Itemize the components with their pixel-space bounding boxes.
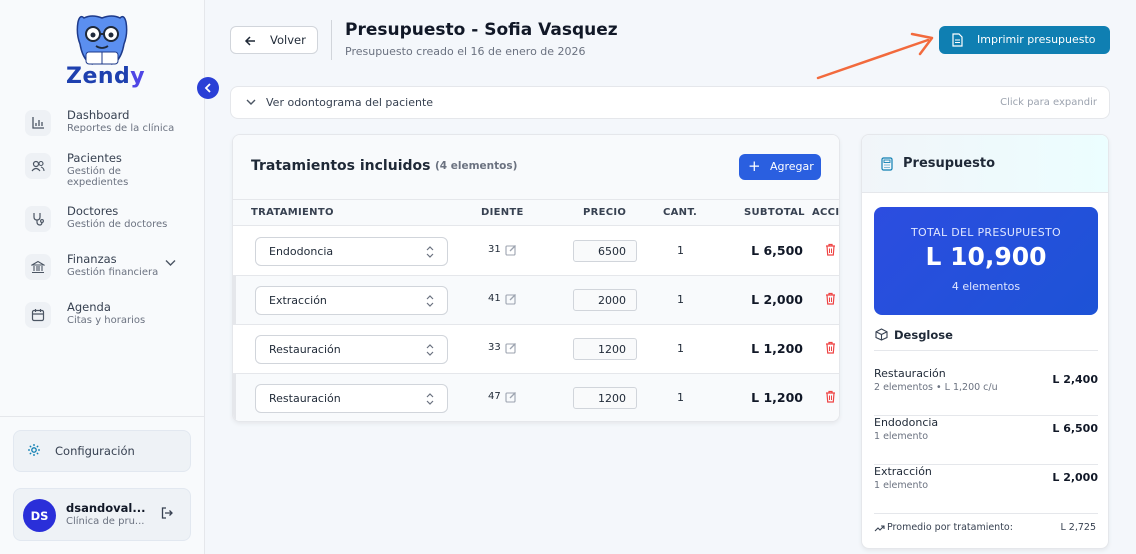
row-subtotal: L 2,000 <box>751 292 803 307</box>
price-input[interactable]: 1200 <box>573 338 637 360</box>
document-icon <box>952 33 963 47</box>
gear-icon <box>28 444 40 456</box>
annotation-arrow-icon <box>816 32 934 80</box>
logout-icon[interactable] <box>160 506 174 520</box>
quantity: 1 <box>677 293 684 306</box>
edit-icon[interactable] <box>505 342 517 354</box>
chevron-updown-icon <box>426 393 434 405</box>
row-subtotal: L 1,200 <box>751 341 803 356</box>
edit-icon[interactable] <box>505 293 517 305</box>
table-row: Restauración 47 1200 1 L 1,200 <box>233 374 839 421</box>
sidebar-item-agenda[interactable]: Agenda Citas y horarios <box>25 300 195 344</box>
price-input[interactable]: 2000 <box>573 289 637 311</box>
list-item: Extracción 1 elemento L 2,000 <box>874 465 1098 491</box>
chevron-down-icon <box>246 99 256 105</box>
page-title: Presupuesto - Sofia Vasquez <box>345 20 618 40</box>
stethoscope-icon <box>25 206 51 232</box>
sidebar-item-finanzas[interactable]: Finanzas Gestión financiera <box>25 252 195 296</box>
chevron-down-icon[interactable] <box>165 259 176 267</box>
treatment-select[interactable]: Extracción <box>255 286 448 315</box>
user-clinic: Clínica de pru... <box>66 516 145 527</box>
trash-icon[interactable] <box>825 243 836 256</box>
table-row: Endodoncia 31 6500 1 L 6,500 <box>233 227 839 276</box>
divider <box>874 350 1098 351</box>
sidebar-divider <box>0 416 205 417</box>
table-header: TRATAMIENTO DIENTE PRECIO CANT. SUBTOTAL… <box>233 199 839 226</box>
sidebar-item-doctores[interactable]: Doctores Gestión de doctores <box>25 204 195 248</box>
quantity: 1 <box>677 391 684 404</box>
arrow-left-icon <box>244 36 255 46</box>
bank-icon <box>25 254 51 280</box>
table-row: Restauración 33 1200 1 L 1,200 <box>233 325 839 374</box>
price-input[interactable]: 1200 <box>573 387 637 409</box>
edit-icon[interactable] <box>505 391 517 403</box>
chevron-updown-icon <box>426 295 434 307</box>
trash-icon[interactable] <box>825 292 836 305</box>
odontogram-toggle[interactable]: Ver odontograma del paciente Click para … <box>230 86 1110 119</box>
edit-icon[interactable] <box>505 244 517 256</box>
chevron-updown-icon <box>426 246 434 258</box>
table-row: Extracción 41 2000 1 L 2,000 <box>233 276 839 325</box>
sidebar-item-pacientes[interactable]: Pacientes Gestión de expedientes <box>25 151 195 195</box>
total-box: TOTAL DEL PRESUPUESTO L 10,900 4 element… <box>874 207 1098 315</box>
divider <box>874 513 1098 514</box>
chevron-updown-icon <box>426 344 434 356</box>
treatment-select[interactable]: Restauración <box>255 384 448 413</box>
calculator-icon <box>881 157 893 171</box>
bar-chart-icon <box>25 110 51 136</box>
calendar-icon <box>25 302 51 328</box>
price-input[interactable]: 6500 <box>573 240 637 262</box>
trending-up-icon <box>874 525 885 532</box>
treatments-header: Tratamientos incluidos (4 elementos) + A… <box>233 135 839 199</box>
package-icon <box>875 328 888 341</box>
back-button[interactable]: Volver <box>230 26 318 54</box>
total-value: L 10,900 <box>925 242 1047 271</box>
quantity: 1 <box>677 244 684 257</box>
row-subtotal: L 1,200 <box>751 390 803 405</box>
page-subtitle: Presupuesto creado el 16 de enero de 202… <box>345 45 586 58</box>
avatar: DS <box>23 499 56 532</box>
treatment-select[interactable]: Endodoncia <box>255 237 448 266</box>
list-item: Restauración 2 elementos • L 1,200 c/u L… <box>874 367 1098 416</box>
print-budget-button[interactable]: Imprimir presupuesto <box>939 26 1110 54</box>
average-value: L 2,725 <box>1060 522 1096 533</box>
header-separator <box>331 20 332 60</box>
tooth-number: 47 <box>488 391 501 402</box>
budget-summary-card: Presupuesto TOTAL DEL PRESUPUESTO L 10,9… <box>861 134 1109 549</box>
add-treatment-button[interactable]: + Agregar <box>739 154 821 180</box>
collapse-sidebar-button[interactable] <box>197 77 219 99</box>
treatment-select[interactable]: Restauración <box>255 335 448 364</box>
users-icon <box>25 153 51 179</box>
tooth-number: 31 <box>488 244 501 255</box>
trash-icon[interactable] <box>825 390 836 403</box>
brand-name: Zendy <box>66 64 146 89</box>
chevron-left-icon <box>204 83 211 93</box>
trash-icon[interactable] <box>825 341 836 354</box>
list-item: Endodoncia 1 elemento L 6,500 <box>874 416 1098 465</box>
tooth-number: 33 <box>488 342 501 353</box>
row-subtotal: L 6,500 <box>751 243 803 258</box>
tooth-number: 41 <box>488 293 501 304</box>
user-card: DS dsandoval... Clínica de pru... <box>13 488 191 541</box>
plus-icon: + <box>748 157 761 175</box>
user-name: dsandoval... <box>66 501 146 515</box>
summary-header: Presupuesto <box>862 135 1108 193</box>
configuration-button[interactable]: Configuración <box>13 430 191 472</box>
treatments-card: Tratamientos incluidos (4 elementos) + A… <box>232 134 840 422</box>
quantity: 1 <box>677 342 684 355</box>
sidebar-item-dashboard[interactable]: Dashboard Reportes de la clínica <box>25 108 195 152</box>
sidebar: Zendy Dashboard Reportes de la clínica P… <box>0 0 219 554</box>
